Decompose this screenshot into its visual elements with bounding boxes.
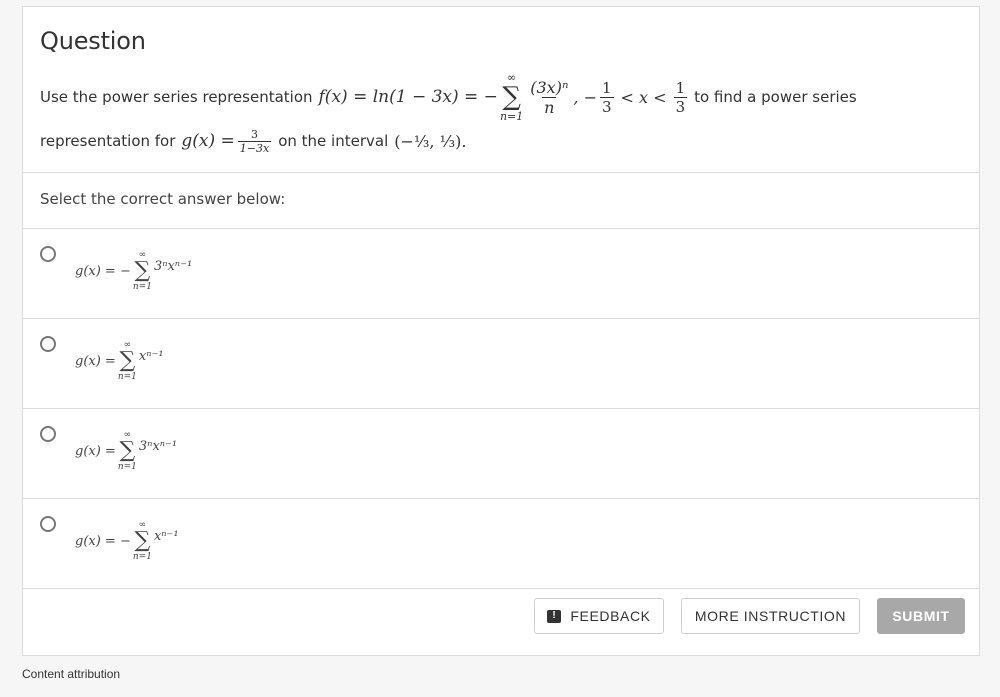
question-line1-prefix: Use the power series representation [40,88,313,106]
question-line-1: Use the power series representation f(x)… [40,71,857,123]
feedback-icon: ! [547,609,562,623]
frac-num: 1 [602,78,612,97]
option-lhs: g(x) = − [75,263,131,279]
sigma-icon: ∑ [119,438,136,463]
radio-button[interactable] [40,426,56,442]
option-formula: g(x) = − ∞ ∑ n=1 3ⁿxⁿ⁻¹ [75,250,192,292]
option-lhs: g(x) = [75,443,116,459]
radio-button[interactable] [40,336,56,352]
frac-num: 1 [675,78,686,97]
sum-symbol: ∞ ∑ n=1 [133,520,152,562]
option-lhs: g(x) = − [75,533,131,549]
prompt-section: Select the correct answer below: [23,172,979,229]
sum-lower: n=1 [117,372,137,382]
sum-lower: n=1 [132,552,152,562]
sum-lower: n=1 [117,462,137,472]
g-numerator: 3 [251,127,258,141]
function-f: f(x) = ln(1 − 3x) = − [318,87,498,107]
sigma-icon: ∑ [119,348,136,373]
sum-symbol: ∞ ∑ n=1 [118,430,137,472]
series-denominator: n [542,96,557,117]
option-formula: g(x) = − ∞ ∑ n=1 xⁿ⁻¹ [75,520,179,562]
option-term: xⁿ⁻¹ [153,528,179,544]
more-instruction-label: MORE INSTRUCTION [694,608,847,624]
frac-den: 3 [600,96,614,116]
submit-label: SUBMIT [892,608,950,624]
question-line2-mid: on the interval [278,132,389,150]
option-term: xⁿ⁻¹ [138,348,164,364]
interval: (−⅓, ⅓). [394,131,467,151]
sum-symbol: ∞ ∑ n=1 [118,340,137,382]
interval-pre: , − [573,87,597,107]
feedback-label: FEEDBACK [570,608,651,624]
frac-den: 3 [673,96,688,116]
feedback-button[interactable]: ! FEEDBACK [534,598,664,634]
option-formula: g(x) = ∞ ∑ n=1 xⁿ⁻¹ [75,340,164,382]
answer-option[interactable]: g(x) = − ∞ ∑ n=1 xⁿ⁻¹ [23,498,979,589]
sigma-icon: ∑ [134,258,151,283]
question-line2-prefix: representation for [40,132,176,150]
answer-option[interactable]: g(x) = − ∞ ∑ n=1 3ⁿxⁿ⁻¹ [23,228,979,319]
function-g: g(x) = [181,131,235,151]
series-numerator: (3x)ⁿ [530,77,569,97]
interval-fraction-left: 1 3 [600,79,614,116]
radio-button[interactable] [40,516,56,532]
sum-lower: n=1 [499,110,524,123]
series-fraction: (3x)ⁿ n [528,78,570,117]
more-instruction-button[interactable]: MORE INSTRUCTION [681,598,860,634]
answer-option[interactable]: g(x) = ∞ ∑ n=1 3ⁿxⁿ⁻¹ [23,408,979,499]
question-line-2: representation for g(x) = 3 1−3x on the … [40,125,466,157]
sum-symbol: ∞ ∑ n=1 [500,71,523,123]
submit-button[interactable]: SUBMIT [877,598,965,634]
question-title: Question [40,27,146,55]
question-card: Question Use the power series representa… [22,6,980,656]
answer-option[interactable]: g(x) = ∞ ∑ n=1 xⁿ⁻¹ [23,318,979,409]
select-prompt: Select the correct answer below: [40,190,286,208]
option-term: 3ⁿxⁿ⁻¹ [153,258,193,274]
sum-lower: n=1 [132,282,152,292]
option-lhs: g(x) = [75,353,116,369]
radio-button[interactable] [40,246,56,262]
interval-fraction-right: 1 3 [673,78,688,116]
content-attribution-link[interactable]: Content attribution [22,667,120,681]
sigma-icon: ∑ [502,82,521,112]
inequality: < x < [620,87,667,107]
g-fraction: 3 1−3x [237,127,272,155]
option-term: 3ⁿxⁿ⁻¹ [138,438,178,454]
question-line1-suffix: to find a power series [694,88,857,106]
sum-symbol: ∞ ∑ n=1 [133,250,152,292]
sigma-icon: ∑ [134,528,151,553]
option-formula: g(x) = ∞ ∑ n=1 3ⁿxⁿ⁻¹ [75,430,177,472]
question-section: Question Use the power series representa… [23,7,979,173]
g-denominator: 1−3x [237,140,272,155]
